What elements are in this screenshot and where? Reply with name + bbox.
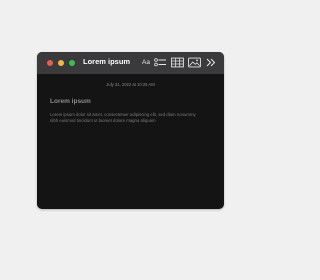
- table-icon[interactable]: [171, 57, 184, 68]
- zoom-button[interactable]: [69, 60, 75, 66]
- chevron-double-right-icon[interactable]: [205, 57, 217, 68]
- note-date: July 31, 2022 at 10:25 AM: [106, 82, 155, 87]
- note-title[interactable]: Lorem ipsum: [50, 97, 91, 106]
- note-body[interactable]: Lorem ipsum dolor sit amet, consectetuer…: [50, 112, 198, 123]
- minimize-button[interactable]: [58, 60, 64, 66]
- text-format-icon[interactable]: Aa: [140, 57, 152, 68]
- checklist-icon[interactable]: [154, 57, 167, 68]
- notes-window: Lorem ipsum Aa July 31, 2022 at 10:25 AM…: [37, 52, 224, 209]
- title-bar: Lorem ipsum Aa: [37, 52, 224, 74]
- window-title: Lorem ipsum: [83, 57, 131, 66]
- close-button[interactable]: [47, 60, 53, 66]
- media-icon[interactable]: [188, 57, 201, 68]
